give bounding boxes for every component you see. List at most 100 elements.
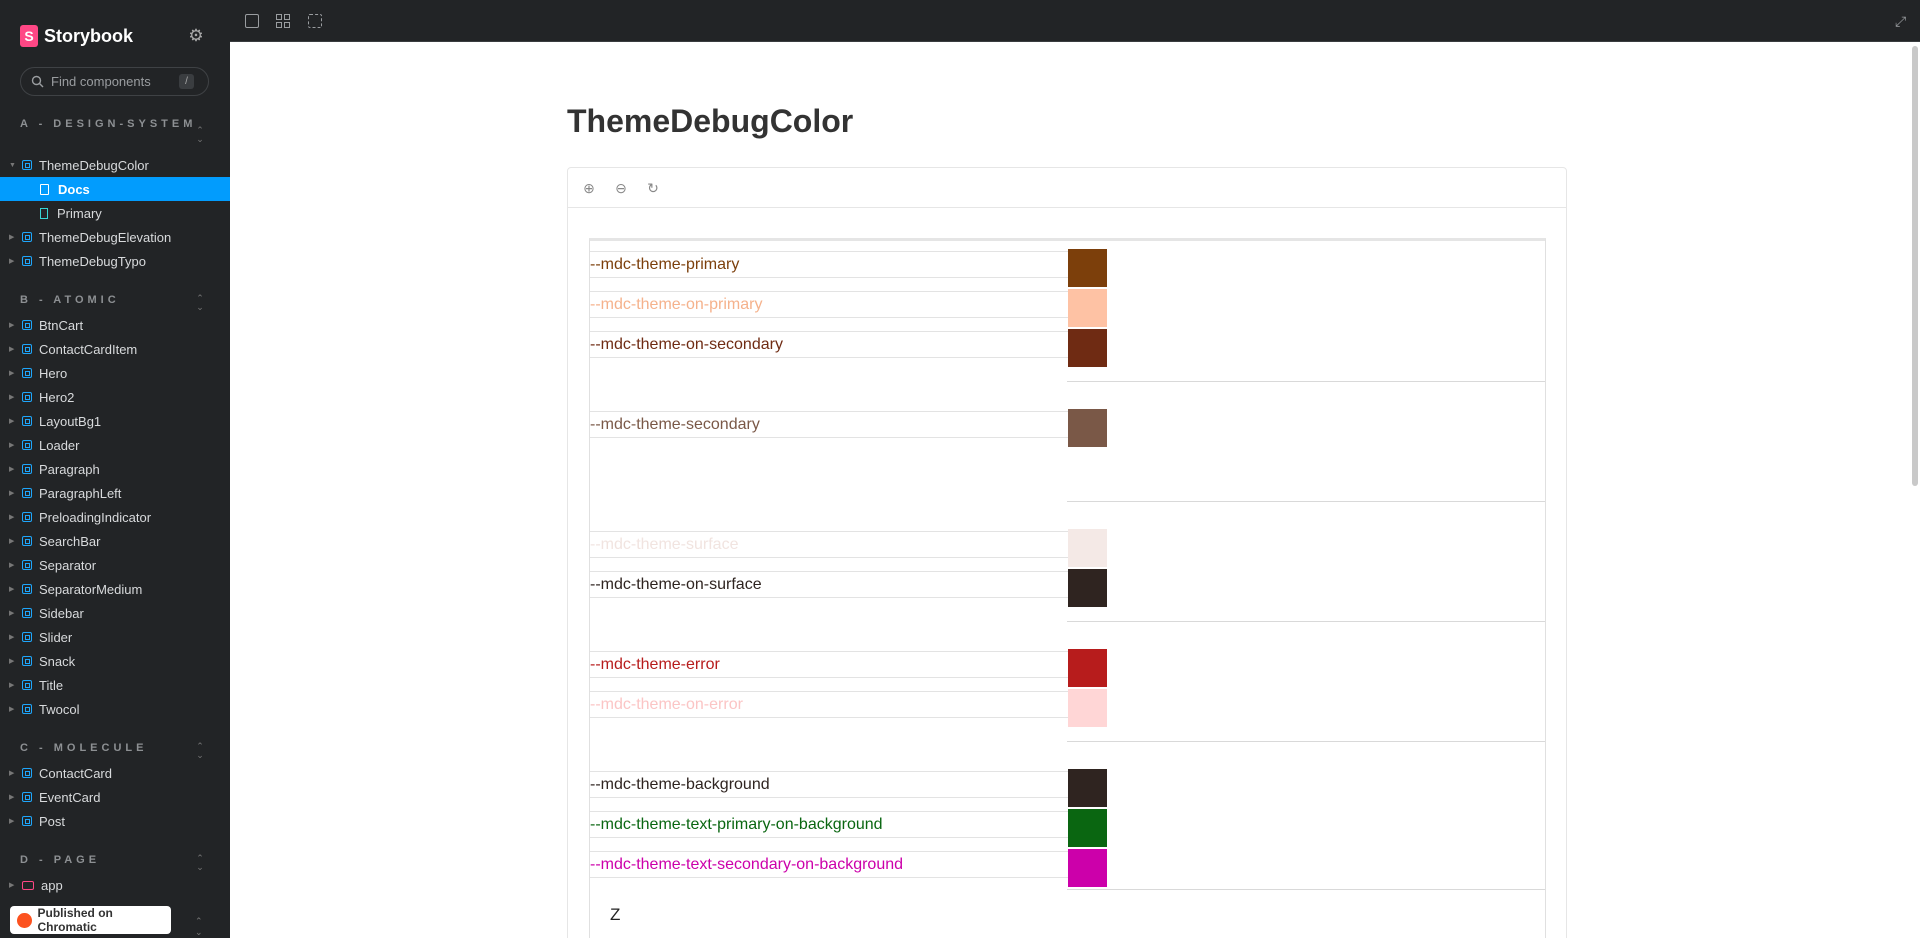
nav-item-preloadingindicator[interactable]: ▶ PreloadingIndicator xyxy=(0,505,230,529)
nav-item-hero2[interactable]: ▶ Hero2 xyxy=(0,385,230,409)
nav-item-app[interactable]: ▶ app xyxy=(0,873,230,897)
caret-right-icon: ▶ xyxy=(9,538,15,545)
grid-icon[interactable] xyxy=(276,14,290,28)
nav-item-label: Hero2 xyxy=(39,389,75,405)
collapse-toggle-icon[interactable]: ⌃ ⌄ xyxy=(195,742,205,760)
nav-item-label: PreloadingIndicator xyxy=(39,509,152,525)
nav-item-label: Loader xyxy=(39,437,80,453)
color-variable-label: --mdc-theme-surface xyxy=(590,531,1068,558)
nav-item-paragraphleft[interactable]: ▶ ParagraphLeft xyxy=(0,481,230,505)
group-header-atomic[interactable]: B - ATOMIC xyxy=(20,292,210,308)
caret-right-icon: ▶ xyxy=(9,610,15,617)
caret-right-icon: ▶ xyxy=(9,418,15,425)
collapse-toggle-icon[interactable]: ⌃ ⌄ xyxy=(195,916,203,938)
nav-item-separatormedium[interactable]: ▶ SeparatorMedium xyxy=(0,577,230,601)
storybook-logo-icon: S xyxy=(20,25,38,47)
nav-item-title[interactable]: ▶ Title xyxy=(0,673,230,697)
nav-item-separator[interactable]: ▶ Separator xyxy=(0,553,230,577)
color-swatch xyxy=(1068,769,1107,807)
collapse-toggle-icon[interactable]: ⌃ ⌄ xyxy=(195,294,205,312)
color-variable-label: --mdc-theme-secondary xyxy=(590,411,1068,438)
search-icon xyxy=(31,75,44,88)
component-icon xyxy=(22,232,32,242)
zoom-in-icon[interactable]: ⊕ xyxy=(581,180,597,196)
caret-right-icon: ▶ xyxy=(9,234,15,241)
section-divider xyxy=(1067,381,1545,382)
search-box[interactable]: / xyxy=(20,67,209,96)
nav-item-hero[interactable]: ▶ Hero xyxy=(0,361,230,385)
component-icon xyxy=(22,440,32,450)
toolbar: ⤢ xyxy=(230,0,1920,42)
chromatic-badge[interactable]: Published on Chromatic xyxy=(10,906,171,934)
caret-right-icon: ▶ xyxy=(9,562,15,569)
nav-item-searchbar[interactable]: ▶ SearchBar xyxy=(0,529,230,553)
color-variable-label: --mdc-theme-on-primary xyxy=(590,291,1068,318)
color-swatch xyxy=(1068,649,1107,687)
nav-item-label: ParagraphLeft xyxy=(39,485,122,501)
chromatic-logo-icon xyxy=(17,912,32,928)
preview-toolbar: ⊕ ⊖ ↻ xyxy=(568,168,1566,208)
group-header-page[interactable]: D - PAGE xyxy=(20,852,210,868)
nav-item-themedebugelevation[interactable]: ▶ ThemeDebugElevation xyxy=(0,225,230,249)
caret-right-icon: ▶ xyxy=(9,682,15,689)
gear-icon[interactable]: ⚙ xyxy=(187,27,205,45)
nav-item-contactcarditem[interactable]: ▶ ContactCardItem xyxy=(0,337,230,361)
image-icon[interactable] xyxy=(245,14,259,28)
nav-item-primary[interactable]: Primary xyxy=(0,201,230,225)
nav-item-label: Hero xyxy=(39,365,68,381)
nav-item-label: SeparatorMedium xyxy=(39,581,143,597)
group-header-molecule[interactable]: C - MOLECULE xyxy=(20,740,210,756)
caret-right-icon: ▶ xyxy=(9,658,15,665)
component-icon xyxy=(22,344,32,354)
zoom-out-icon[interactable]: ⊖ xyxy=(613,180,629,196)
search-input[interactable] xyxy=(51,74,171,89)
group-header-design-system[interactable]: A - DESIGN-SYSTEM xyxy=(20,116,210,132)
sidebar: S Storybook ⚙ / A - DESIGN-SYSTEM ⌃⌄ ▼ T… xyxy=(0,0,230,938)
bookmark-icon xyxy=(40,207,48,219)
color-swatch xyxy=(1068,849,1107,887)
section-divider xyxy=(1067,621,1545,622)
caret-down-icon: ▼ xyxy=(9,161,16,169)
nav-item-contactcard[interactable]: ▶ ContactCard xyxy=(0,761,230,785)
component-icon xyxy=(22,320,32,330)
component-icon xyxy=(22,560,32,570)
story-preview: ⊕ ⊖ ↻ Z --mdc-theme-primary --mdc-theme-o… xyxy=(567,167,1567,938)
nav-item-eventcard[interactable]: ▶ EventCard xyxy=(0,785,230,809)
nav-item-themedebugtypo[interactable]: ▶ ThemeDebugTypo xyxy=(0,249,230,273)
nav-item-label: Primary xyxy=(57,205,102,221)
nav-item-label: Sidebar xyxy=(39,605,84,621)
nav-item-slider[interactable]: ▶ Slider xyxy=(0,625,230,649)
collapse-toggle-icon[interactable]: ⌃ ⌄ xyxy=(195,854,205,872)
story-frame: Z --mdc-theme-primary --mdc-theme-on-prim… xyxy=(589,238,1546,938)
nav-item-layoutbg1[interactable]: ▶ LayoutBg1 xyxy=(0,409,230,433)
color-swatch xyxy=(1068,249,1107,287)
nav-item-btncart[interactable]: ▶ BtnCart xyxy=(0,313,230,337)
search-shortcut: / xyxy=(179,74,194,89)
nav-item-label: Title xyxy=(39,677,64,693)
scrollbar[interactable] xyxy=(1912,46,1918,486)
nav-item-loader[interactable]: ▶ Loader xyxy=(0,433,230,457)
nav-item-label: app xyxy=(41,877,63,893)
nav-item-label: ThemeDebugColor xyxy=(39,157,149,173)
color-swatch xyxy=(1068,329,1107,367)
caret-right-icon: ▶ xyxy=(9,490,15,497)
outline-icon[interactable] xyxy=(308,14,322,28)
collapse-toggle-icon[interactable]: ⌃ ⌄ xyxy=(195,126,205,144)
nav-item-post[interactable]: ▶ Post xyxy=(0,809,230,833)
nav-item-label: ContactCard xyxy=(39,765,112,781)
nav-item-sidebar[interactable]: ▶ Sidebar xyxy=(0,601,230,625)
component-icon xyxy=(22,816,32,826)
caret-right-icon: ▶ xyxy=(9,442,15,449)
nav-item-themedebugcolor[interactable]: ▼ ThemeDebugColor xyxy=(0,153,230,177)
color-swatch xyxy=(1068,569,1107,607)
brand[interactable]: S Storybook xyxy=(20,25,133,47)
nav-item-snack[interactable]: ▶ Snack xyxy=(0,649,230,673)
nav-item-docs[interactable]: Docs xyxy=(0,177,230,201)
nav-item-twocol[interactable]: ▶ Twocol xyxy=(0,697,230,721)
color-variable-label: --mdc-theme-text-secondary-on-background xyxy=(590,851,1068,878)
nav-item-label: BtnCart xyxy=(39,317,84,333)
zoom-reset-icon[interactable]: ↻ xyxy=(645,180,661,196)
caret-right-icon: ▶ xyxy=(9,394,15,401)
fullscreen-icon[interactable]: ⤢ xyxy=(1895,13,1906,30)
nav-item-paragraph[interactable]: ▶ Paragraph xyxy=(0,457,230,481)
